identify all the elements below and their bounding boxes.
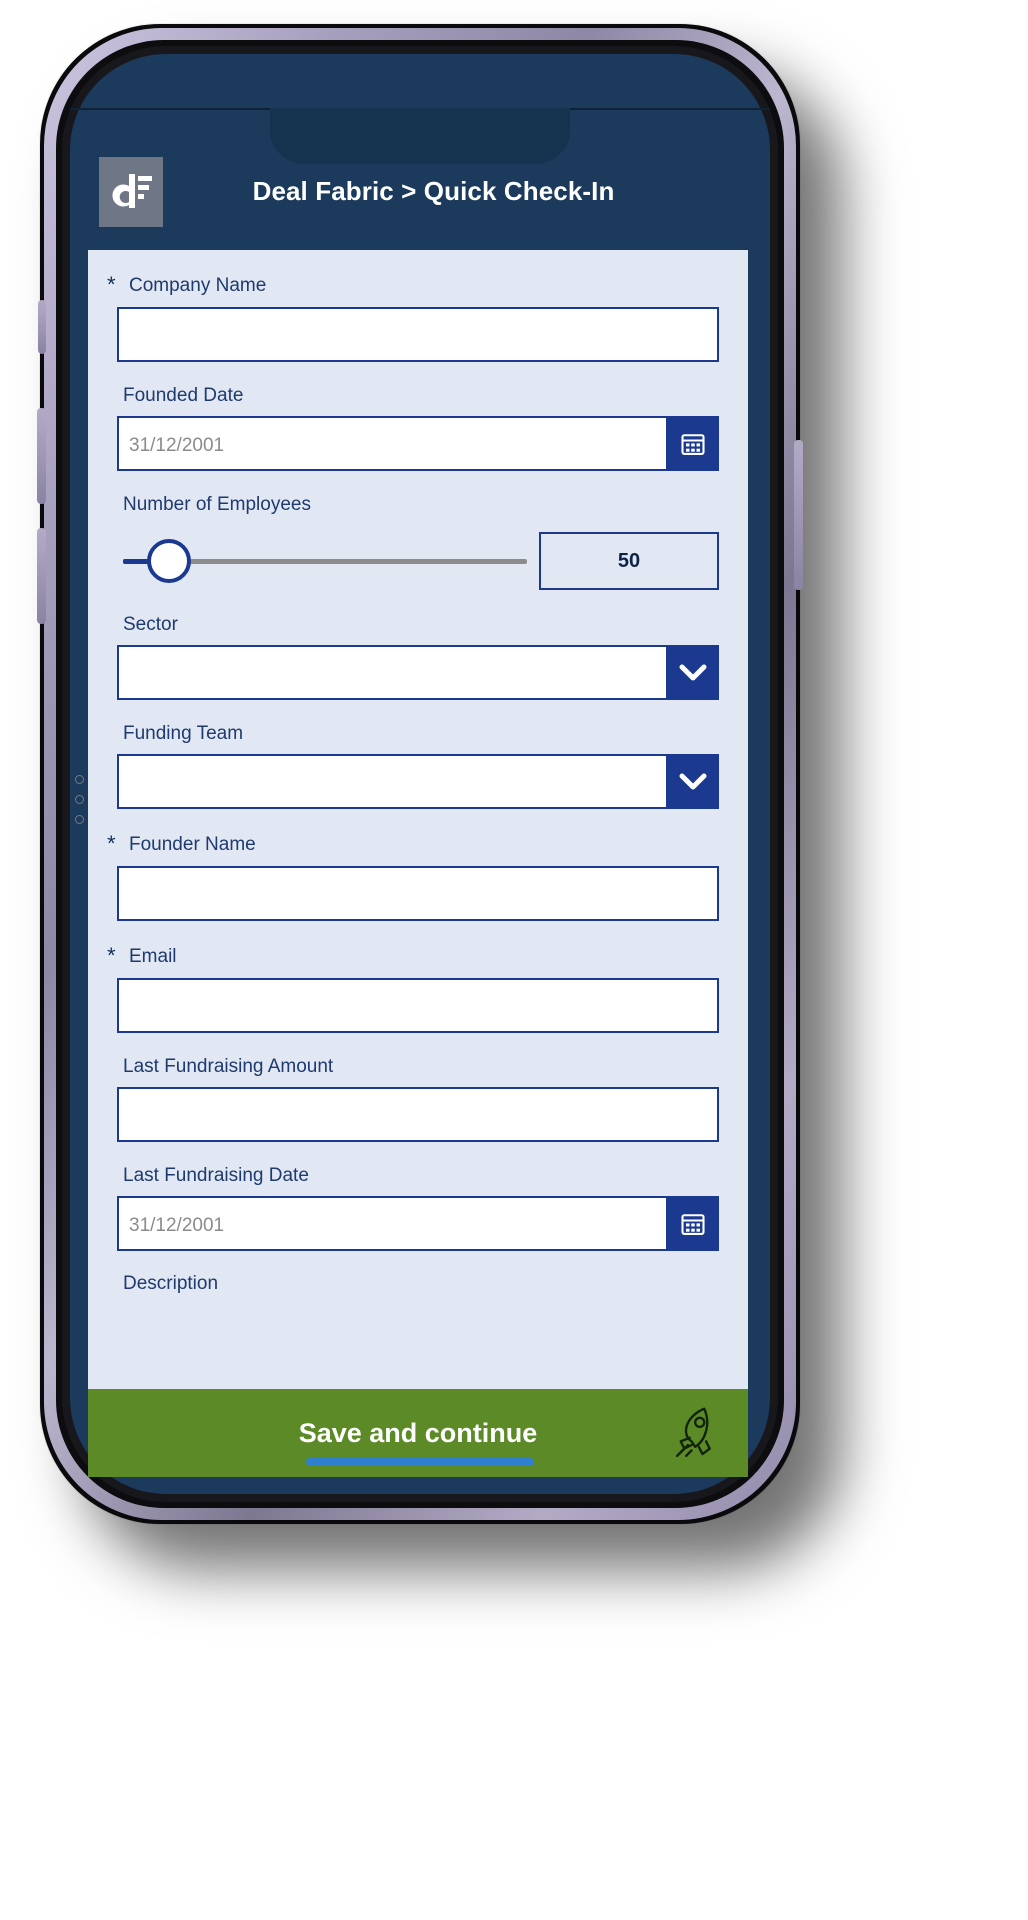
- employees-slider-row: 50: [117, 525, 719, 591]
- required-asterisk: *: [107, 272, 116, 297]
- field-email: * Email: [88, 921, 748, 1033]
- field-label-row: Founded Date: [117, 362, 719, 416]
- required-asterisk: *: [107, 943, 116, 968]
- form-body: * Company Name Founded Date 31/12/2001 N…: [88, 250, 748, 1390]
- rocket-icon: [668, 1402, 726, 1465]
- email-field[interactable]: [117, 978, 719, 1033]
- calendar-icon[interactable]: [666, 416, 719, 471]
- app-viewport: Deal Fabric > Quick Check-In * Company N…: [88, 133, 748, 1477]
- screenshot-stage: Deal Fabric > Quick Check-In * Company N…: [0, 0, 1028, 1920]
- field-founder-name: * Founder Name: [88, 809, 748, 921]
- field-label: Founder Name: [129, 833, 256, 855]
- field-label-row: Last Fundraising Amount: [117, 1033, 719, 1087]
- field-label: Funding Team: [123, 723, 244, 744]
- phone-notch: [270, 108, 570, 164]
- df-logo-icon: [99, 156, 163, 227]
- phone-volume-down-button[interactable]: [37, 528, 46, 624]
- scroll-dot: [75, 815, 84, 824]
- sector-select[interactable]: [117, 645, 666, 700]
- founded-date-row: 31/12/2001: [117, 416, 719, 471]
- input-placeholder: 31/12/2001: [129, 1215, 225, 1236]
- field-label: Last Fundraising Amount: [123, 1056, 334, 1077]
- chevron-down-icon[interactable]: [666, 754, 719, 809]
- company-name-input[interactable]: [117, 307, 719, 362]
- field-number-of-employees: Number of Employees 50: [88, 471, 748, 591]
- save-button-label: Save and continue: [298, 1417, 538, 1448]
- phone-mute-switch[interactable]: [38, 300, 46, 354]
- field-label-row: Funding Team: [117, 700, 719, 754]
- field-funding-team: Funding Team: [88, 700, 748, 809]
- phone-power-button[interactable]: [794, 440, 803, 590]
- employees-slider[interactable]: [117, 531, 539, 591]
- field-label: Number of Employees: [123, 494, 311, 515]
- employees-value-box[interactable]: 50: [539, 532, 719, 590]
- field-sector: Sector: [88, 591, 748, 700]
- calendar-icon[interactable]: [666, 1196, 719, 1251]
- field-label-row: Number of Employees: [117, 471, 719, 525]
- field-label: Sector: [123, 614, 178, 635]
- founded-date-input[interactable]: 31/12/2001: [117, 416, 666, 471]
- field-company-name: * Company Name: [88, 250, 748, 362]
- chevron-down-icon[interactable]: [666, 645, 719, 700]
- employees-value: 50: [617, 549, 641, 572]
- field-label-row: Last Fundraising Date: [117, 1142, 719, 1196]
- field-label: Last Fundraising Date: [123, 1165, 309, 1186]
- last-fundraising-amount-input[interactable]: [117, 1087, 719, 1142]
- field-label-row: * Founder Name: [107, 809, 719, 866]
- home-indicator[interactable]: [306, 1458, 534, 1466]
- scroll-dots: [75, 775, 84, 835]
- field-label-row: Sector: [117, 591, 719, 645]
- page-title: Deal Fabric > Quick Check-In: [252, 176, 615, 206]
- field-label: Email: [129, 945, 177, 967]
- funding-team-row: [117, 754, 719, 809]
- field-label-description: Description: [123, 1273, 219, 1294]
- field-label-row: * Company Name: [107, 250, 719, 307]
- field-founded-date: Founded Date 31/12/2001: [88, 362, 748, 471]
- scroll-dot: [75, 775, 84, 784]
- last-fundraising-date-row: 31/12/2001: [117, 1196, 719, 1251]
- field-last-fundraising-date: Last Fundraising Date 31/12/2001: [88, 1142, 748, 1251]
- scroll-dot: [75, 795, 84, 804]
- field-last-fundraising-amount: Last Fundraising Amount: [88, 1033, 748, 1142]
- last-fundraising-date-input[interactable]: 31/12/2001: [117, 1196, 666, 1251]
- slider-thumb[interactable]: [147, 539, 191, 583]
- founder-name-input[interactable]: [117, 866, 719, 921]
- required-asterisk: *: [107, 831, 116, 856]
- funding-team-select[interactable]: [117, 754, 666, 809]
- phone-volume-up-button[interactable]: [37, 408, 46, 504]
- sector-row: [117, 645, 719, 700]
- field-label-row: * Email: [107, 921, 719, 978]
- field-label: Founded Date: [123, 385, 244, 406]
- field-label: Company Name: [129, 274, 267, 296]
- input-placeholder: 31/12/2001: [129, 435, 225, 456]
